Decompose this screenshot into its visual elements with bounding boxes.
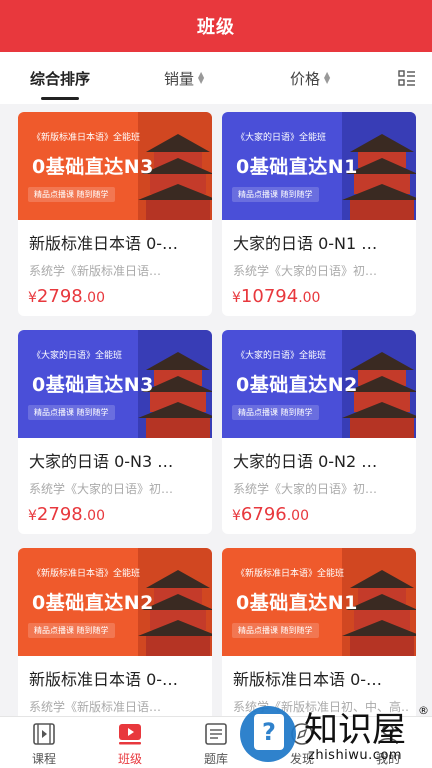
course-title: 新版标准日本语 0-… <box>29 234 179 253</box>
sort-price-label: 价格 <box>290 69 321 88</box>
course-card[interactable]: 《大家的日语》全能班 0基础直达N3 精品点播课 随到随学大家的日语 0-N3 … 系… <box>18 330 212 534</box>
course-banner: 《新版标准日本语》全能班 0基础直达N2 精品点播课 随到随学 <box>18 548 212 656</box>
sort-bar: 综合排序 销量 ▲ ▼ 价格 ▲ ▼ <box>0 52 432 104</box>
banner-tag: 《大家的日语》全能班 <box>236 351 327 361</box>
course-price: ¥10794.00 <box>232 286 320 307</box>
video-course-icon <box>33 723 55 745</box>
course-title: 新版标准日本语 0-… <box>29 670 179 689</box>
price-integer: 6796 <box>240 504 287 525</box>
banner-pill: 精品点播课 随到随学 <box>232 187 319 202</box>
banner-headline: 0基础直达N3 <box>32 374 154 396</box>
price-integer: 10794 <box>240 286 299 307</box>
course-title: 大家的日语 0-N2 … <box>233 452 378 471</box>
course-price: ¥6796.00 <box>232 504 309 525</box>
sort-updown-icon: ▲ ▼ <box>324 70 331 85</box>
course-card[interactable]: 《大家的日语》全能班 0基础直达N2 精品点播课 随到随学大家的日语 0-N2 … 系… <box>222 330 416 534</box>
sort-sales-label: 销量 <box>164 69 195 88</box>
course-banner: 《大家的日语》全能班 0基础直达N1 精品点播课 随到随学 <box>222 112 416 220</box>
course-subtitle: 系统学《大家的日语》初… <box>233 482 378 496</box>
course-card[interactable]: 《新版标准日本语》全能班 0基础直达N3 精品点播课 随到随学新版标准日本语 0-…… <box>18 112 212 316</box>
watermark-logo: ? <box>240 706 296 762</box>
course-banner: 《大家的日语》全能班 0基础直达N2 精品点播课 随到随学 <box>222 330 416 438</box>
banner-pill: 精品点播课 随到随学 <box>232 405 319 420</box>
banner-tag: 《新版标准日本语》全能班 <box>32 133 141 143</box>
banner-headline: 0基础直达N3 <box>32 156 154 178</box>
banner-tag: 《新版标准日本语》全能班 <box>236 569 345 579</box>
banner-tag: 《大家的日语》全能班 <box>236 133 327 143</box>
banner-pill: 精品点播课 随到随学 <box>28 405 115 420</box>
tab-class-label: 班级 <box>117 752 142 766</box>
tab-class[interactable]: 班级 <box>100 721 160 767</box>
class-play-icon <box>119 724 141 745</box>
watermark-url: zhishiwu.com <box>308 748 403 763</box>
banner-tag: 《新版标准日本语》全能班 <box>32 569 141 579</box>
price-currency: ¥ <box>232 290 241 306</box>
question-bank-icon <box>205 723 227 745</box>
tab-course-label: 课程 <box>31 752 56 766</box>
banner-headline: 0基础直达N1 <box>236 592 358 614</box>
watermark-text: 知识屋 <box>304 710 406 750</box>
price-integer: 2798 <box>36 504 83 525</box>
sort-comprehensive[interactable]: 综合排序 <box>30 52 90 104</box>
price-decimal: .00 <box>82 290 105 306</box>
price-integer: 2798 <box>36 286 83 307</box>
banner-headline: 0基础直达N1 <box>236 156 358 178</box>
site-watermark: ? 知识屋 ® zhishiwu.com <box>238 700 432 768</box>
tab-course[interactable]: 课程 <box>14 721 74 767</box>
question-mark-icon: ? <box>254 714 284 750</box>
course-price: ¥2798.00 <box>28 504 105 525</box>
banner-headline: 0基础直达N2 <box>236 374 358 396</box>
sort-updown-icon: ▲ ▼ <box>198 70 205 85</box>
price-decimal: .00 <box>298 290 321 306</box>
price-currency: ¥ <box>28 290 37 306</box>
tab-question-bank-label: 题库 <box>203 752 228 766</box>
course-subtitle: 系统学《大家的日语》初… <box>233 264 378 278</box>
course-banner: 《新版标准日本语》全能班 0基础直达N3 精品点播课 随到随学 <box>18 112 212 220</box>
sort-sales[interactable]: 销量 ▲ ▼ <box>164 52 204 104</box>
banner-pill: 精品点播课 随到随学 <box>232 623 319 638</box>
banner-headline: 0基础直达N2 <box>32 592 154 614</box>
banner-tag: 《大家的日语》全能班 <box>32 351 123 361</box>
course-banner: 《大家的日语》全能班 0基础直达N3 精品点播课 随到随学 <box>18 330 212 438</box>
course-subtitle: 系统学《大家的日语》初… <box>29 482 174 496</box>
course-title: 大家的日语 0-N3 … <box>29 452 174 471</box>
course-subtitle: 系统学《新版标准日语… <box>29 264 162 278</box>
tab-question-bank[interactable]: 题库 <box>186 721 246 767</box>
course-card[interactable]: 《大家的日语》全能班 0基础直达N1 精品点播课 随到随学大家的日语 0-N1 … 系… <box>222 112 416 316</box>
course-title: 新版标准日本语 0-… <box>233 670 383 689</box>
course-banner: 《新版标准日本语》全能班 0基础直达N1 精品点播课 随到随学 <box>222 548 416 656</box>
price-decimal: .00 <box>82 508 105 524</box>
sort-price[interactable]: 价格 ▲ ▼ <box>290 52 330 104</box>
registered-mark: ® <box>418 704 429 717</box>
course-subtitle: 系统学《新版标准日语… <box>29 700 162 714</box>
page-title: 班级 <box>197 17 235 38</box>
banner-pill: 精品点播课 随到随学 <box>28 187 115 202</box>
banner-pill: 精品点播课 随到随学 <box>28 623 115 638</box>
course-price: ¥2798.00 <box>28 286 105 307</box>
list-layout-icon[interactable] <box>398 69 416 87</box>
app-header: 班级 <box>0 0 432 52</box>
sort-comprehensive-label: 综合排序 <box>30 69 91 88</box>
price-decimal: .00 <box>286 508 309 524</box>
course-title: 大家的日语 0-N1 … <box>233 234 378 253</box>
price-currency: ¥ <box>232 508 241 524</box>
price-currency: ¥ <box>28 508 37 524</box>
